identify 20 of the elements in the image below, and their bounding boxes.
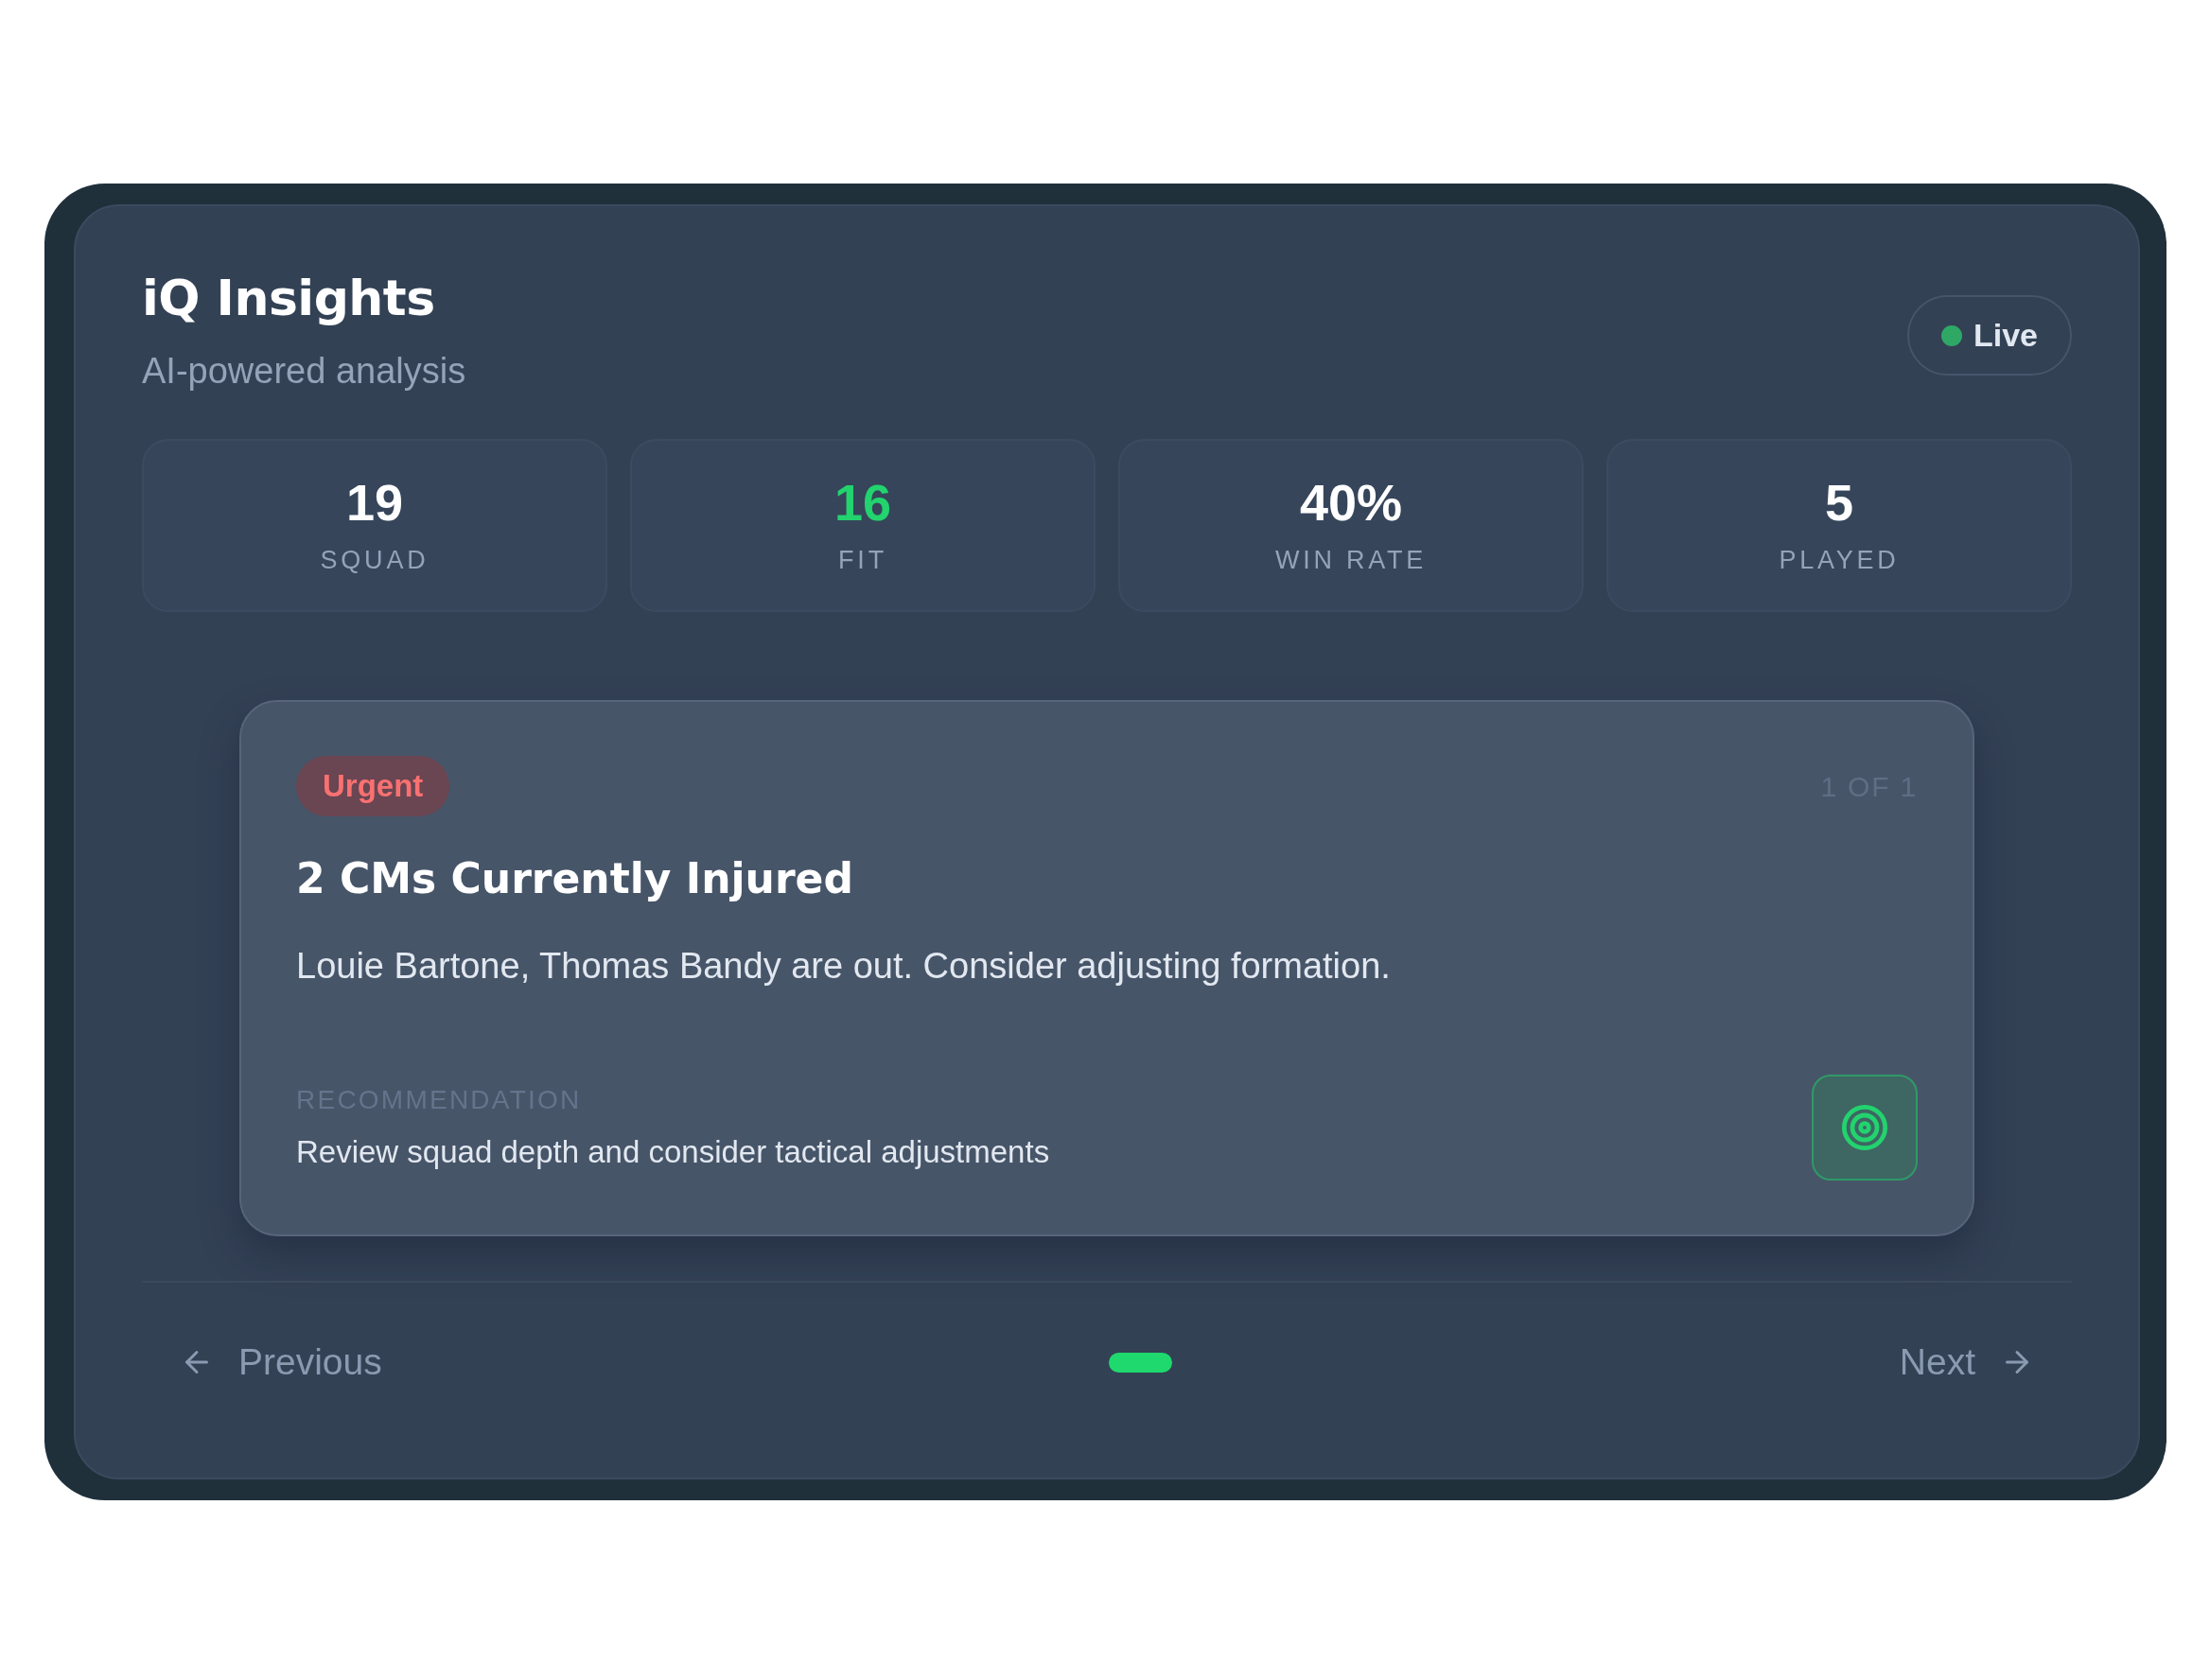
stat-label: SQUAD <box>320 544 430 575</box>
stat-label: PLAYED <box>1779 544 1900 575</box>
target-button[interactable] <box>1812 1075 1918 1181</box>
recommendation-text: Review squad depth and consider tactical adjustments <box>296 1133 1050 1171</box>
previous-button[interactable]: Previous <box>180 1334 382 1391</box>
page-indicator[interactable] <box>1109 1352 1173 1373</box>
insight-description: Louie Bartone, Thomas Bandy are out. Consider adjusting formation. <box>296 945 1392 988</box>
stat-value: 5 <box>1824 476 1853 528</box>
status-label: Live <box>1973 316 2038 355</box>
insight-title: 2 CMs Currently Injured <box>296 854 854 903</box>
stat-label: WIN RATE <box>1274 544 1428 575</box>
stat-value: 16 <box>833 476 892 528</box>
stat-label: FIT <box>838 544 887 575</box>
panel-subtitle: AI-powered analysis <box>142 350 466 393</box>
stat-value: 19 <box>345 476 404 528</box>
priority-tag: Urgent <box>296 756 450 816</box>
stat-value: 40% <box>1299 476 1403 528</box>
target-icon <box>1840 1103 1889 1152</box>
next-button[interactable]: Next <box>1899 1334 2034 1391</box>
panel-title: iQ Insights <box>142 269 436 327</box>
